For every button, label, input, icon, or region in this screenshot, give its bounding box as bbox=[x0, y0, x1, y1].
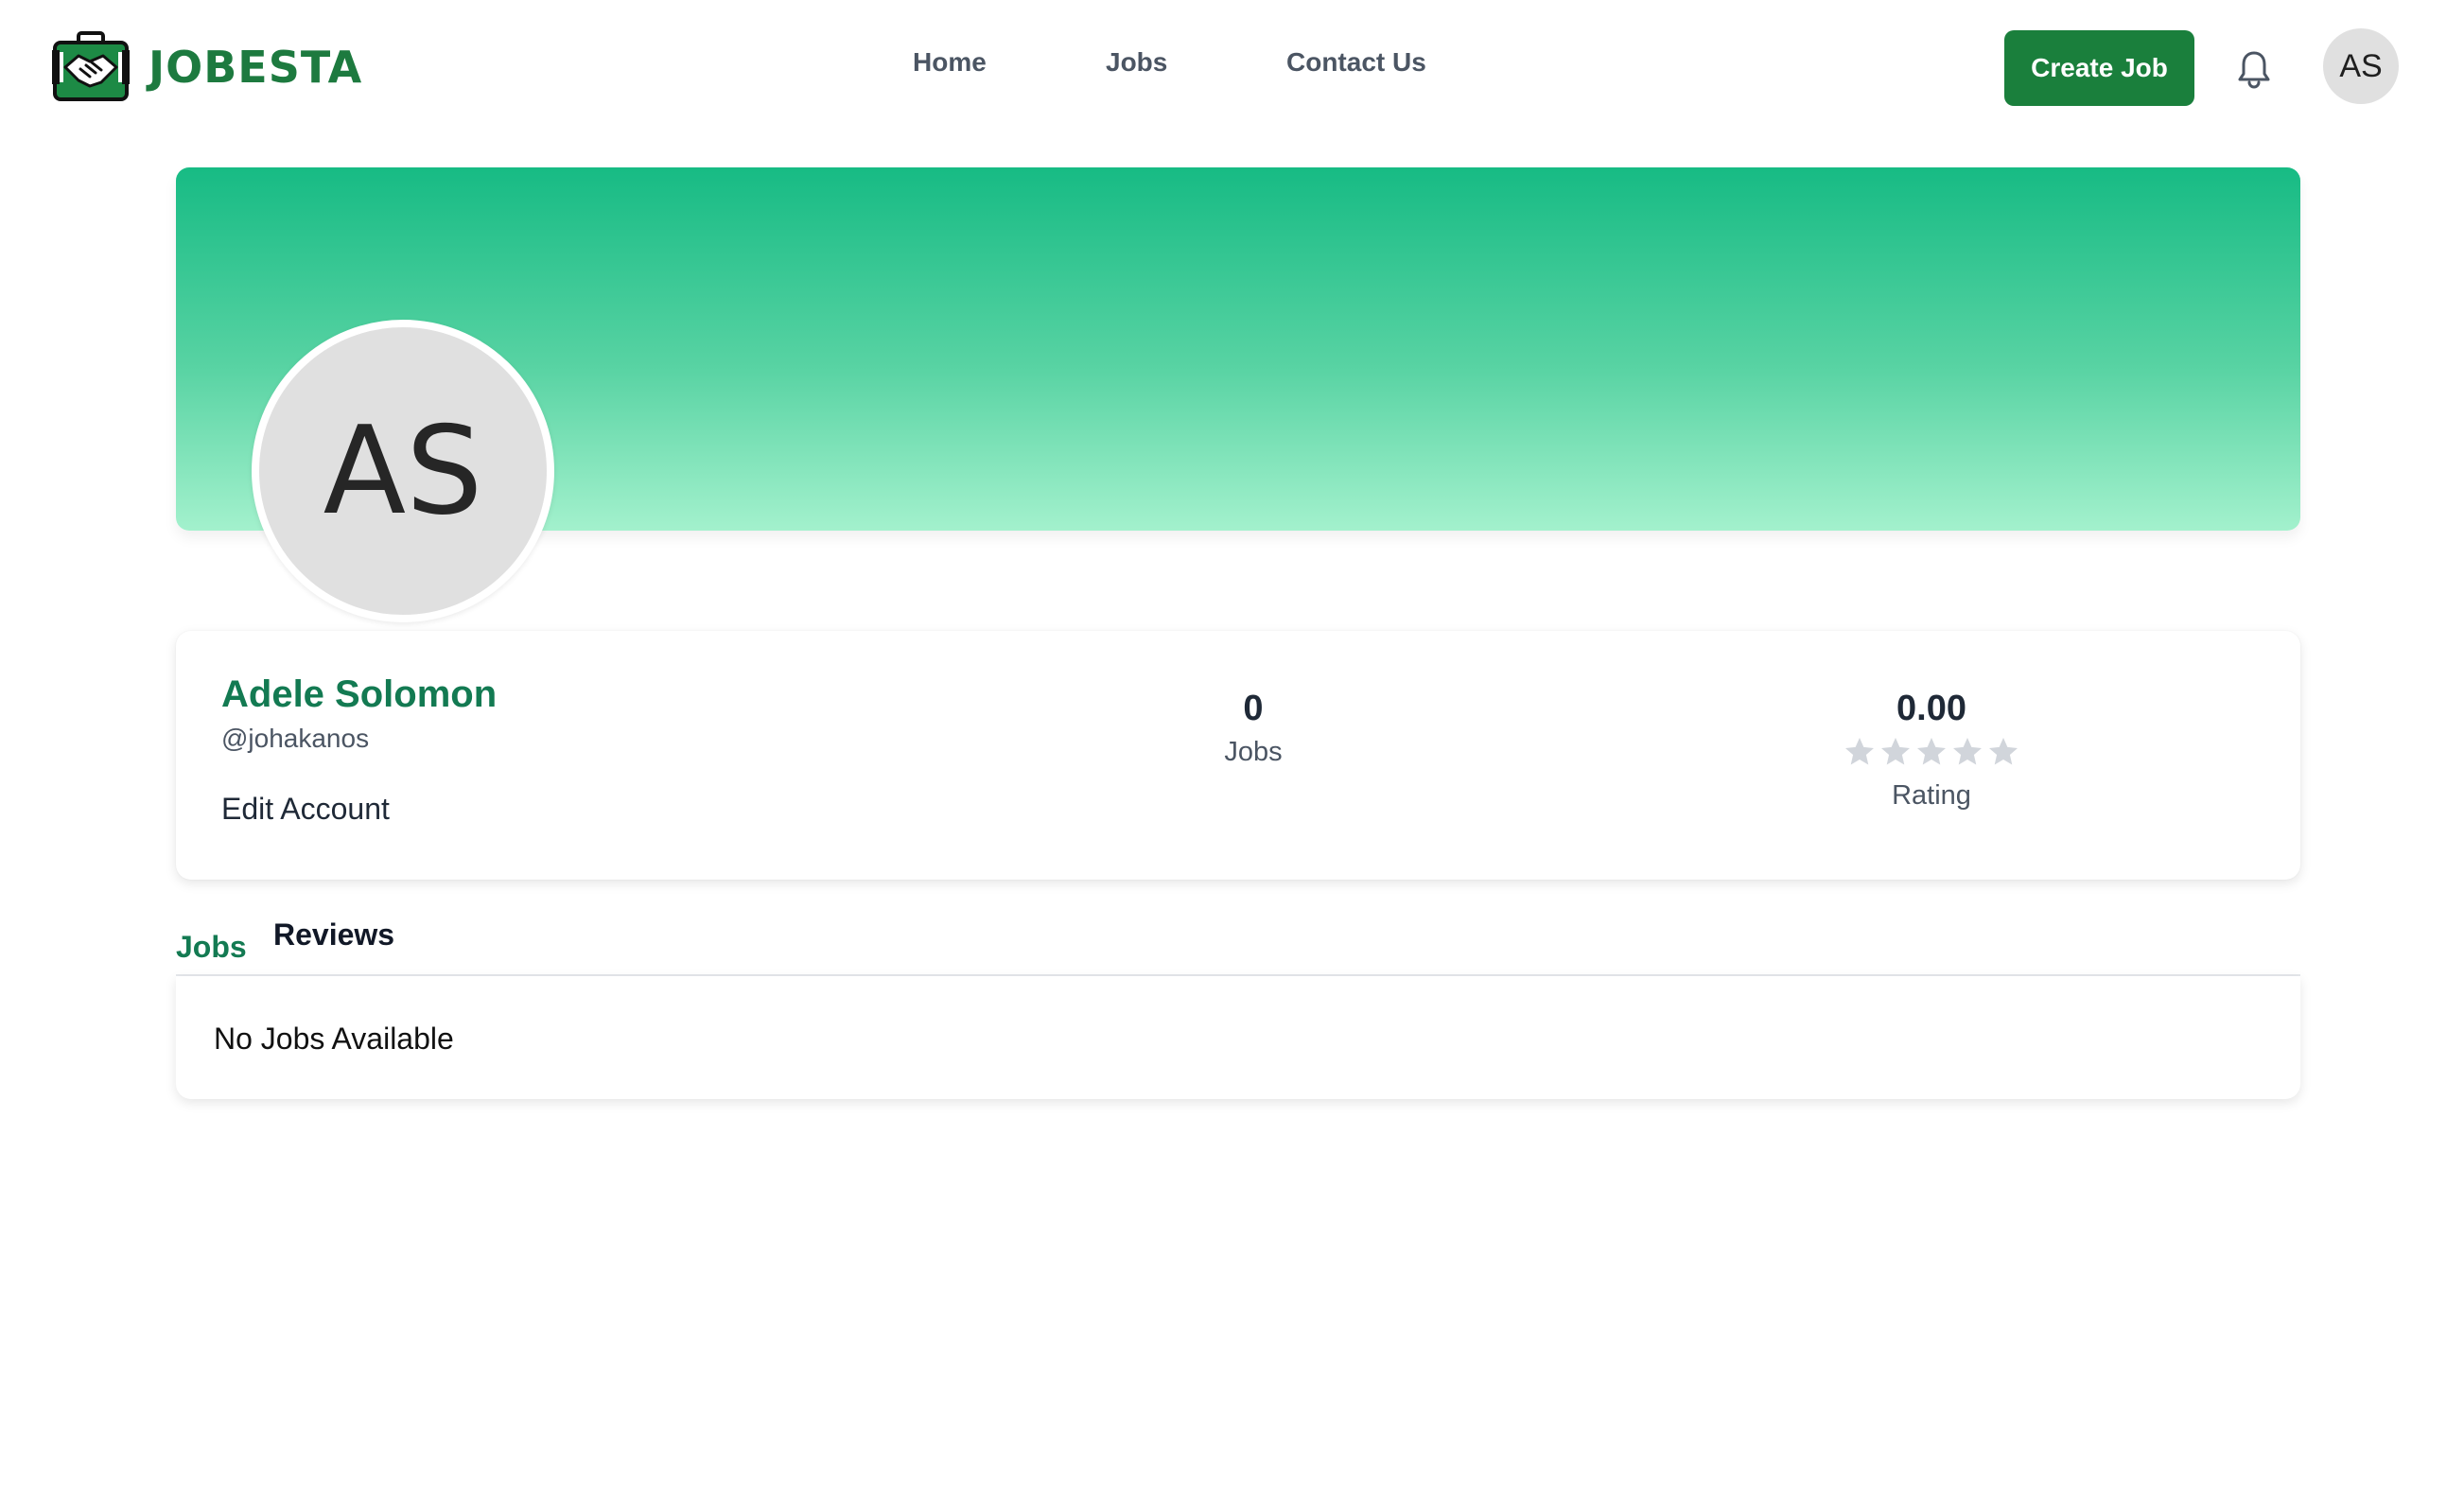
star-empty-icon bbox=[1845, 738, 1874, 765]
star-empty-icon bbox=[1989, 738, 2018, 765]
rating-value: 0.00 bbox=[1896, 689, 1966, 728]
profile-avatar-initials: AS bbox=[323, 400, 483, 542]
profile-tabs: Jobs Reviews bbox=[176, 910, 2300, 980]
rating-label: Rating bbox=[1892, 780, 1971, 811]
edit-account-link[interactable]: Edit Account bbox=[221, 792, 390, 827]
rating-stars bbox=[1780, 735, 2083, 773]
nav-link-contact-us[interactable]: Contact Us bbox=[1286, 47, 1426, 78]
tab-reviews[interactable]: Reviews bbox=[273, 917, 394, 952]
user-avatar-menu[interactable]: AS bbox=[2323, 28, 2399, 104]
tab-jobs[interactable]: Jobs bbox=[176, 916, 247, 980]
profile-name: Adele Solomon bbox=[221, 673, 498, 715]
avatar-initials: AS bbox=[2339, 47, 2383, 84]
jobs-tab-panel: No Jobs Available bbox=[176, 976, 2300, 1099]
star-empty-icon bbox=[1881, 738, 1910, 765]
profile-avatar: AS bbox=[252, 320, 554, 622]
rating-stat: 0.00 Rating bbox=[1780, 688, 2083, 812]
nav-link-jobs[interactable]: Jobs bbox=[1106, 47, 1167, 78]
profile-username: @johakanos bbox=[221, 724, 370, 753]
jobs-count-label: Jobs bbox=[1224, 737, 1283, 767]
star-empty-icon bbox=[1953, 738, 1982, 765]
top-navbar: JOBESTA Home Jobs Contact Us Create Job … bbox=[0, 0, 2464, 134]
star-empty-icon bbox=[1917, 738, 1946, 765]
profile-info-card: Adele Solomon @johakanos Edit Account 0 … bbox=[176, 631, 2300, 880]
nav-link-home[interactable]: Home bbox=[913, 47, 987, 78]
notification-bell-icon[interactable] bbox=[2235, 49, 2273, 89]
jobs-count-value: 0 bbox=[1243, 689, 1264, 728]
create-job-button[interactable]: Create Job bbox=[2004, 30, 2194, 106]
jobs-count-stat: 0 Jobs bbox=[1102, 688, 1405, 768]
empty-jobs-message: No Jobs Available bbox=[214, 1022, 454, 1056]
